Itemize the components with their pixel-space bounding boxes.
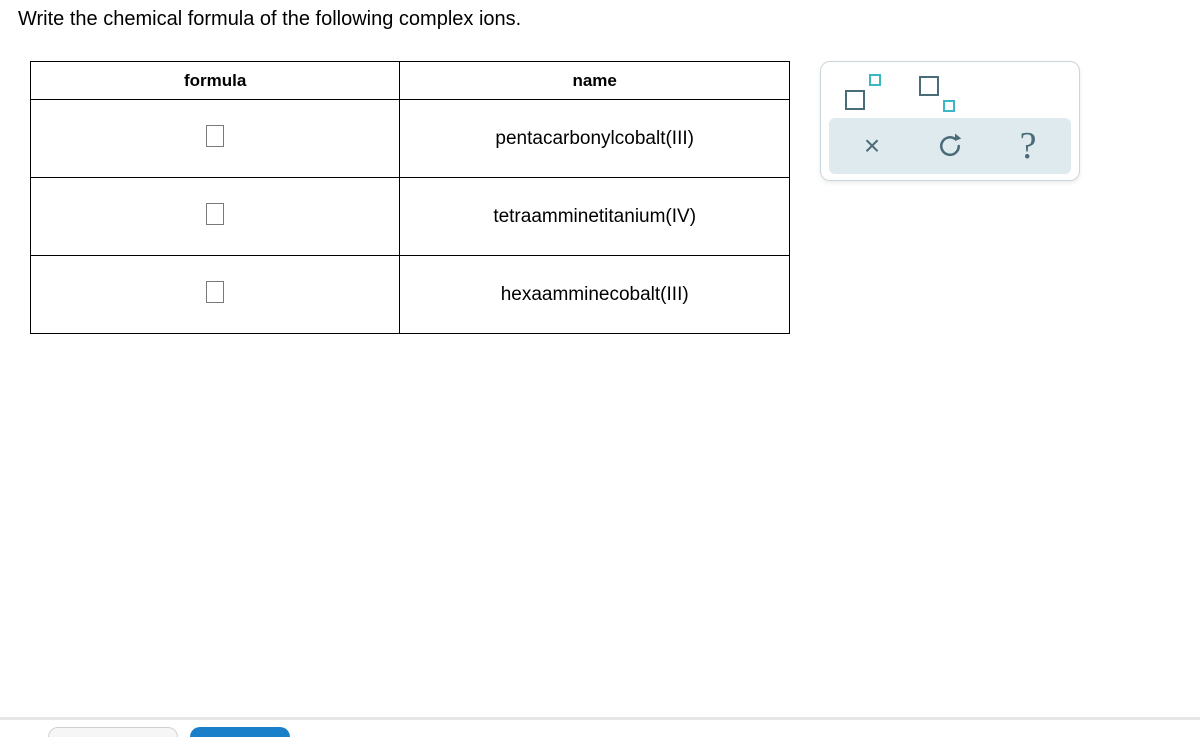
name-cell: hexaamminecobalt(III): [400, 256, 790, 334]
reset-button[interactable]: [920, 124, 980, 168]
bottom-bar: [0, 717, 1200, 737]
formula-input[interactable]: [206, 281, 224, 303]
superscript-tool[interactable]: [845, 76, 879, 110]
undo-icon: [935, 131, 965, 161]
formula-input[interactable]: [206, 203, 224, 225]
header-formula: formula: [31, 62, 400, 100]
answer-table: formula name pentacarbonylcobalt(III) te…: [30, 61, 790, 334]
close-icon: ×: [864, 132, 880, 160]
clear-button[interactable]: ×: [842, 124, 902, 168]
control-panel: × ?: [820, 61, 1080, 181]
help-icon: ?: [1020, 127, 1037, 165]
bottom-tab-active[interactable]: [190, 727, 290, 737]
name-cell: pentacarbonylcobalt(III): [400, 100, 790, 178]
table-row: hexaamminecobalt(III): [31, 256, 790, 334]
table-row: tetraamminetitanium(IV): [31, 178, 790, 256]
header-name: name: [400, 62, 790, 100]
help-button[interactable]: ?: [998, 124, 1058, 168]
bottom-tab-inactive[interactable]: [48, 727, 178, 737]
subscript-tool[interactable]: [919, 76, 953, 110]
name-cell: tetraamminetitanium(IV): [400, 178, 790, 256]
question-prompt: Write the chemical formula of the follow…: [0, 0, 1200, 31]
formula-input[interactable]: [206, 125, 224, 147]
table-row: pentacarbonylcobalt(III): [31, 100, 790, 178]
